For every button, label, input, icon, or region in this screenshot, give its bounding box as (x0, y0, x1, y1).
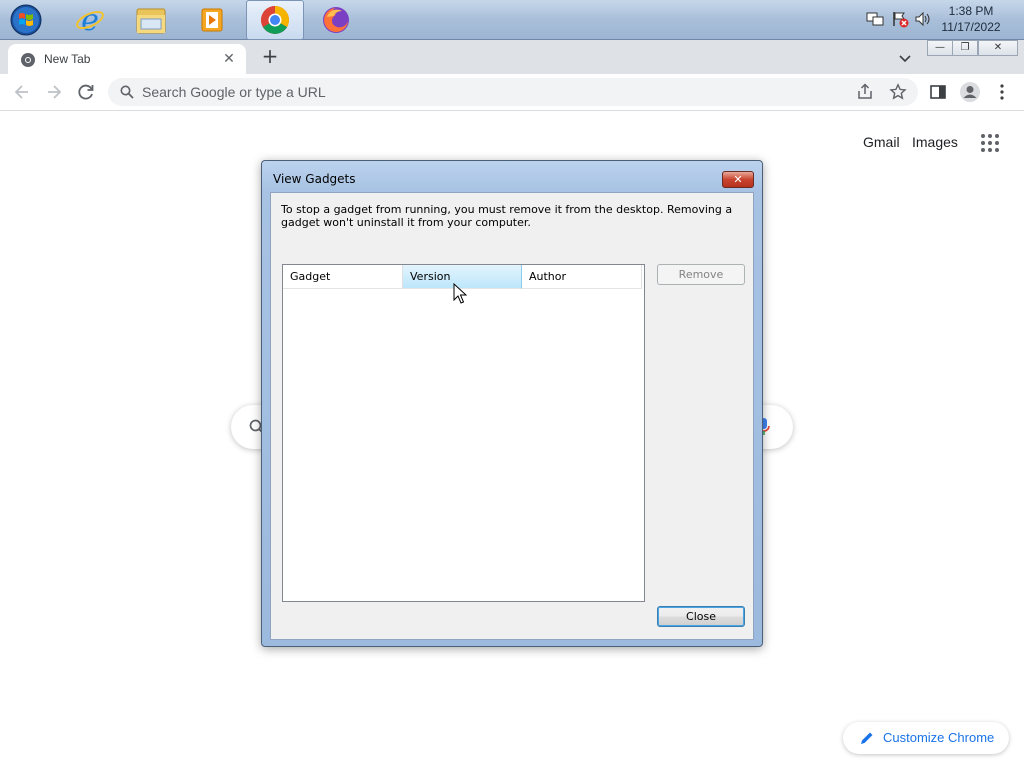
window-close-button[interactable]: ✕ (978, 40, 1018, 56)
tab-close-icon[interactable]: ✕ (220, 50, 238, 68)
search-icon (120, 85, 134, 99)
dialog-message: To stop a gadget from running, you must … (281, 203, 733, 229)
dialog-body: To stop a gadget from running, you must … (270, 192, 754, 640)
clock-date: 11/17/2022 (941, 20, 1001, 34)
firefox-icon (323, 7, 349, 33)
customize-chrome-label: Customize Chrome (883, 730, 995, 745)
tab-title: New Tab (44, 52, 91, 66)
google-apps-grid-icon[interactable] (980, 133, 1000, 153)
back-arrow-icon[interactable] (12, 82, 32, 102)
chrome-icon (261, 6, 289, 34)
network-icon[interactable] (866, 10, 884, 28)
tab-new-tab[interactable]: New Tab ✕ (8, 44, 246, 74)
remove-button[interactable]: Remove (657, 264, 745, 285)
gmail-link[interactable]: Gmail (863, 134, 900, 150)
dialog-close-x-button[interactable]: ✕ (722, 171, 754, 188)
side-panel-icon[interactable] (928, 82, 948, 102)
taskbar-ie-button[interactable]: e (61, 0, 119, 40)
customize-chrome-button[interactable]: Customize Chrome (843, 722, 1009, 754)
action-center-flag-icon[interactable] (891, 10, 909, 28)
taskbar-explorer-button[interactable] (122, 0, 180, 40)
chrome-favicon-icon (21, 53, 35, 67)
taskbar-media-button[interactable] (183, 0, 241, 40)
taskbar-chrome-button[interactable] (246, 0, 304, 40)
taskbar-clock[interactable]: 1:38 PM 11/17/2022 (936, 3, 1006, 35)
internet-explorer-icon: e (76, 4, 104, 36)
taskbar: e 1:38 PM 11/17/2022 (0, 0, 1024, 40)
close-icon: ✕ (733, 173, 743, 186)
new-tab-button[interactable]: + (259, 46, 281, 68)
taskbar-firefox-button[interactable] (307, 0, 365, 40)
view-gadgets-dialog: View Gadgets ✕ To stop a gadget from run… (261, 160, 763, 647)
profile-avatar-icon[interactable] (959, 81, 981, 103)
chevron-down-icon[interactable] (895, 48, 915, 68)
bookmark-star-icon[interactable] (889, 83, 907, 101)
minimize-button[interactable]: — (927, 40, 953, 56)
omnibox-placeholder: Search Google or type a URL (142, 84, 326, 100)
kebab-menu-icon[interactable] (992, 82, 1012, 102)
column-header-gadget[interactable]: Gadget (283, 265, 403, 289)
svg-text:e: e (81, 4, 99, 36)
media-player-icon (201, 8, 223, 32)
gadget-list[interactable]: Gadget Version Author (282, 264, 645, 602)
column-header-author[interactable]: Author (522, 265, 642, 289)
mouse-pointer-icon (453, 283, 467, 304)
browser-toolbar: Search Google or type a URL (0, 74, 1024, 111)
images-link[interactable]: Images (912, 134, 958, 150)
tab-strip: New Tab ✕ + — ❐ ✕ (0, 40, 1024, 74)
reload-icon[interactable] (76, 82, 96, 102)
windows-logo-icon (10, 4, 42, 36)
share-icon[interactable] (856, 83, 874, 101)
start-button[interactable] (7, 3, 45, 37)
restore-button[interactable]: ❐ (952, 40, 978, 56)
omnibox[interactable]: Search Google or type a URL (108, 78, 918, 106)
dialog-title: View Gadgets (273, 172, 356, 186)
volume-icon[interactable] (914, 10, 932, 28)
forward-arrow-icon[interactable] (44, 82, 64, 102)
folder-icon (136, 8, 166, 34)
clock-time: 1:38 PM (948, 4, 994, 18)
pencil-icon (861, 732, 873, 744)
close-button[interactable]: Close (657, 606, 745, 627)
